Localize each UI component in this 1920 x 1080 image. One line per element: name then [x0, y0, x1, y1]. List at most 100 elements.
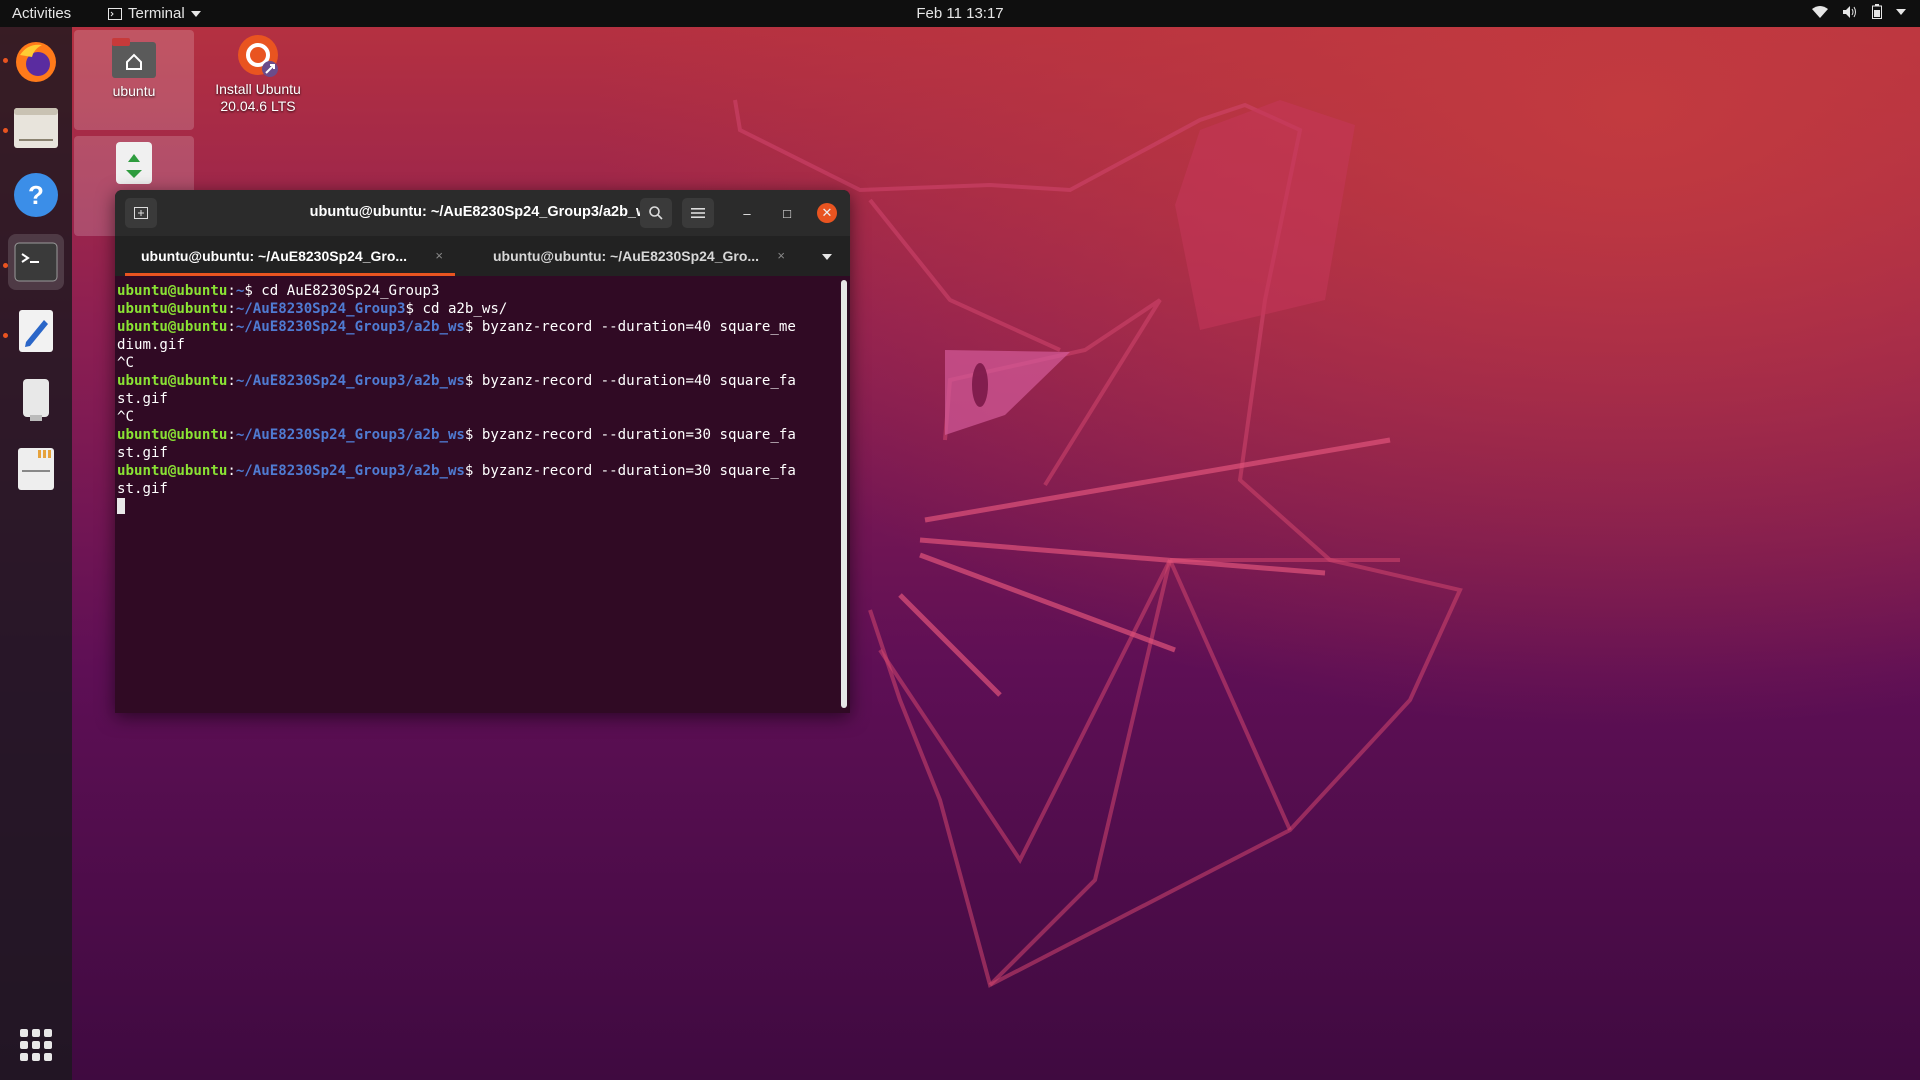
show-applications-button[interactable] — [20, 1029, 52, 1061]
desktop-icon-install-ubuntu[interactable]: Install Ubuntu 20.04.6 LTS — [198, 32, 318, 115]
desktop-icon-label-version: 20.04.6 LTS — [220, 98, 296, 114]
battery-icon — [1872, 4, 1882, 19]
dock-usb-drive[interactable] — [8, 372, 64, 428]
terminal-titlebar[interactable]: ubuntu@ubuntu: ~/AuE8230Sp24_Group3/a2b_… — [115, 190, 850, 236]
prompt-path: ~/AuE8230Sp24_Group3/a2b_ws — [235, 463, 465, 479]
help-icon: ? — [14, 173, 58, 217]
prompt-separator: : — [227, 301, 236, 317]
search-button[interactable] — [640, 198, 672, 228]
prompt-user: ubuntu@ubuntu — [117, 319, 228, 335]
desktop-icon-label: Install Ubuntu — [215, 81, 301, 97]
terminal-window[interactable]: ubuntu@ubuntu: ~/AuE8230Sp24_Group3/a2b_… — [115, 190, 850, 713]
terminal-line: st.gif — [117, 480, 837, 498]
apps-grid-icon — [20, 1029, 28, 1037]
terminal-line: ubuntu@ubuntu:~$ cd AuE8230Sp24_Group3 — [117, 282, 837, 300]
firefox-icon — [16, 42, 56, 82]
command-text: $ cd AuE8230Sp24_Group3 — [244, 283, 440, 299]
dock-help[interactable]: ? — [8, 167, 64, 223]
command-text: $ byzanz-record --duration=30 square_fa — [464, 427, 796, 443]
activities-button[interactable]: Activities — [12, 5, 71, 22]
tab-label: ubuntu@ubuntu: ~/AuE8230Sp24_Gro... — [493, 248, 760, 264]
output-text: st.gif — [117, 391, 168, 407]
prompt-user: ubuntu@ubuntu — [117, 373, 228, 389]
tab-1[interactable]: ubuntu@ubuntu: ~/AuE8230Sp24_Gro... × — [125, 236, 455, 276]
terminal-line: ubuntu@ubuntu:~/AuE8230Sp24_Group3/a2b_w… — [117, 372, 837, 390]
files-icon — [14, 108, 58, 148]
wifi-icon — [1812, 5, 1828, 18]
dock-text-editor[interactable] — [8, 303, 64, 359]
output-text: st.gif — [117, 445, 168, 461]
svg-text:?: ? — [28, 180, 44, 210]
system-tray[interactable] — [1812, 4, 1906, 19]
prompt-path: ~/AuE8230Sp24_Group3/a2b_ws — [235, 427, 465, 443]
terminal-icon — [14, 242, 58, 282]
output-text: st.gif — [117, 481, 168, 497]
text-cursor — [117, 498, 125, 514]
trash-icon — [116, 142, 152, 184]
prompt-user: ubuntu@ubuntu — [117, 463, 228, 479]
tab-2[interactable]: ubuntu@ubuntu: ~/AuE8230Sp24_Gro... × — [467, 236, 797, 276]
dock-sd-card[interactable] — [8, 441, 64, 497]
prompt-user: ubuntu@ubuntu — [117, 283, 228, 299]
prompt-separator: : — [227, 373, 236, 389]
terminal-line: ^C — [117, 408, 837, 426]
prompt-separator: : — [227, 463, 236, 479]
prompt-user: ubuntu@ubuntu — [117, 427, 228, 443]
maximize-button[interactable]: □ — [777, 203, 797, 223]
maximize-icon: □ — [783, 205, 791, 221]
dock-files[interactable] — [8, 100, 64, 156]
close-icon: ✕ — [821, 205, 833, 220]
clock[interactable]: Feb 11 13:17 — [916, 5, 1003, 22]
new-tab-icon — [134, 207, 148, 219]
close-button[interactable]: ✕ — [817, 203, 837, 223]
terminal-cursor-line — [117, 498, 837, 516]
terminal-line: st.gif — [117, 444, 837, 462]
dock-firefox[interactable] — [8, 33, 64, 89]
dock: ? — [0, 27, 72, 1080]
terminal-line: ubuntu@ubuntu:~/AuE8230Sp24_Group3/a2b_w… — [117, 318, 837, 336]
command-text: $ byzanz-record --duration=40 square_fa — [464, 373, 796, 389]
terminal-line: dium.gif — [117, 336, 837, 354]
terminal-line: ^C — [117, 354, 837, 372]
system-menu-caret-icon — [1896, 8, 1906, 15]
top-bar: Activities Terminal Feb 11 13:17 — [0, 0, 1920, 27]
terminal-output[interactable]: ubuntu@ubuntu:~$ cd AuE8230Sp24_Group3 ub… — [117, 282, 837, 702]
prompt-user: ubuntu@ubuntu — [117, 301, 228, 317]
desktop-icon-label: ubuntu — [112, 83, 156, 99]
terminal-line: ubuntu@ubuntu:~/AuE8230Sp24_Group3$ cd a… — [117, 300, 837, 318]
app-menu[interactable]: Terminal — [108, 5, 201, 22]
ubuntu-installer-icon — [238, 35, 278, 77]
usb-drive-icon — [23, 379, 49, 421]
app-menu-label: Terminal — [128, 5, 185, 22]
prompt-separator: : — [227, 319, 236, 335]
terminal-small-icon — [108, 7, 122, 20]
hamburger-menu-button[interactable] — [682, 198, 714, 228]
minimize-icon: – — [743, 205, 751, 221]
text-editor-icon — [19, 310, 53, 352]
output-text: dium.gif — [117, 337, 185, 353]
search-icon — [649, 206, 663, 220]
active-tab-indicator — [125, 273, 455, 276]
scrollbar[interactable] — [841, 280, 847, 708]
terminal-line: st.gif — [117, 390, 837, 408]
terminal-line: ubuntu@ubuntu:~/AuE8230Sp24_Group3/a2b_w… — [117, 426, 837, 444]
command-text: $ byzanz-record --duration=40 square_me — [464, 319, 796, 335]
prompt-path: ~/AuE8230Sp24_Group3/a2b_ws — [235, 319, 465, 335]
dock-terminal[interactable] — [8, 234, 64, 290]
new-tab-button[interactable] — [125, 198, 157, 228]
app-menu-caret-icon — [190, 10, 201, 17]
tab-close-icon[interactable]: × — [435, 248, 443, 263]
tab-list-dropdown-icon[interactable] — [822, 254, 832, 260]
prompt-path: ~/AuE8230Sp24_Group3 — [235, 301, 406, 317]
command-text: $ byzanz-record --duration=30 square_fa — [464, 463, 796, 479]
prompt-separator: : — [227, 283, 236, 299]
minimize-button[interactable]: – — [737, 203, 757, 223]
tab-label: ubuntu@ubuntu: ~/AuE8230Sp24_Gro... — [141, 248, 408, 264]
tab-close-icon[interactable]: × — [777, 248, 785, 263]
desktop-icon-home[interactable]: ubuntu — [74, 30, 194, 130]
sd-card-icon — [18, 448, 54, 490]
prompt-separator: : — [227, 427, 236, 443]
hamburger-menu-icon — [691, 208, 705, 218]
output-text: ^C — [117, 355, 134, 371]
command-text: $ cd a2b_ws/ — [405, 301, 508, 317]
